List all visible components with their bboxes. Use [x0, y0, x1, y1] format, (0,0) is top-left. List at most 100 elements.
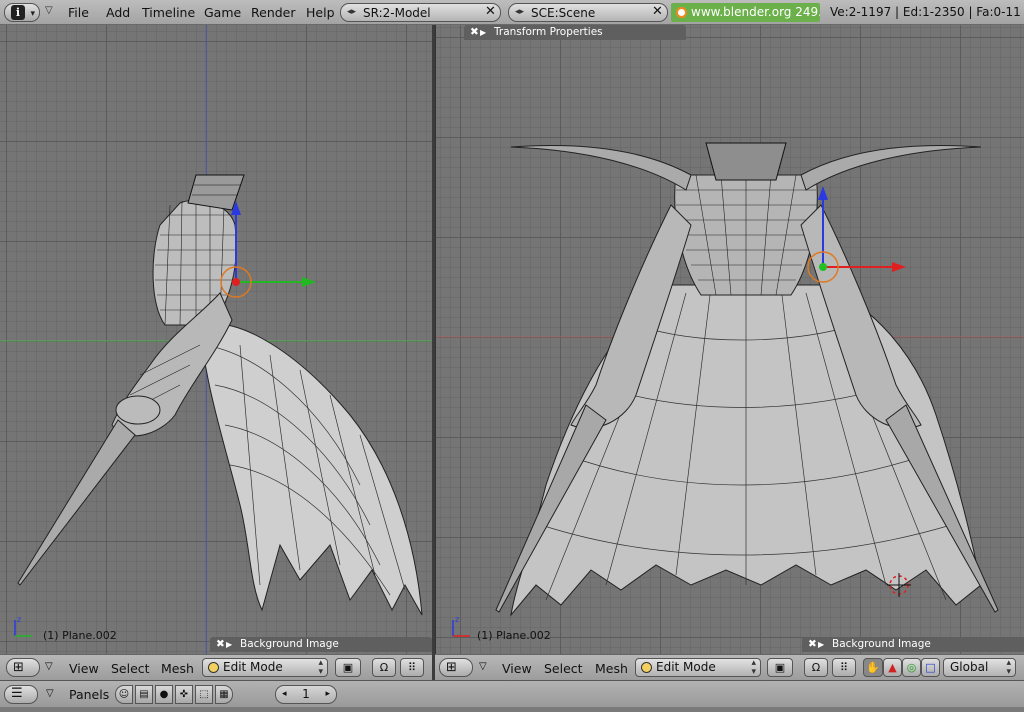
viewport-right[interactable]: ✖▶ Transform Properties z (1) Plane.002 ✖…: [435, 25, 1024, 654]
buttons-window-header: ☰ ▽ Panels ☺ ▤ ● ✜ ⬚ ▦ ◂ 1 ▸: [0, 680, 1024, 707]
layers-button[interactable]: ⠿: [400, 658, 424, 677]
window-type-button[interactable]: ⊞: [6, 658, 40, 677]
transform-properties-panel-tab[interactable]: ✖▶ Transform Properties: [464, 25, 686, 40]
window-type-button[interactable]: i ▾: [4, 3, 40, 22]
pivot-button[interactable]: Ω: [804, 658, 828, 677]
close-icon[interactable]: ✖: [470, 25, 480, 40]
draw-type-button[interactable]: ▣: [767, 658, 793, 677]
close-icon[interactable]: ✖: [808, 637, 818, 652]
up-down-arrows-icon: ▴ ▾: [318, 658, 323, 677]
buttons-window-strip: [0, 707, 1024, 712]
editing-tab[interactable]: ⬚: [195, 685, 213, 704]
menu-file[interactable]: File: [68, 5, 89, 20]
expand-icon[interactable]: ▶: [226, 637, 240, 652]
menu-view[interactable]: View: [502, 661, 532, 676]
pivot-button[interactable]: Ω: [372, 658, 396, 677]
arrow-left-icon[interactable]: ◂: [282, 686, 287, 703]
expand-icon[interactable]: ▶: [480, 25, 494, 40]
window-type-button[interactable]: ☰: [4, 685, 38, 704]
translate-manipulator-button[interactable]: ▲: [883, 658, 902, 677]
rotate-manipulator-button[interactable]: ◎: [902, 658, 921, 677]
axis-orientation-icon: z: [14, 615, 32, 637]
object-icon: ✜: [179, 689, 189, 700]
top-header: i ▾ ▽ File Add Timeline Game Render Help…: [0, 0, 1024, 25]
layers-button[interactable]: ⠿: [832, 658, 856, 677]
draw-type-button[interactable]: ▣: [335, 658, 361, 677]
menu-help[interactable]: Help: [306, 5, 335, 20]
mode-label: Edit Mode: [223, 660, 283, 674]
menu-view[interactable]: View: [69, 661, 99, 676]
menu-mesh[interactable]: Mesh: [161, 661, 194, 676]
grid-view-icon: ⊞: [13, 660, 24, 675]
menu-game[interactable]: Game: [204, 5, 241, 20]
close-icon[interactable]: ✕: [650, 5, 665, 20]
close-icon[interactable]: ✖: [216, 637, 226, 652]
cube-icon: ▣: [342, 661, 354, 674]
collapse-menu-icon[interactable]: ▽: [479, 661, 487, 672]
panels-label: Panels: [69, 687, 110, 702]
viewport-left[interactable]: z (1) Plane.002 ✖▶ Background Image: [0, 25, 432, 654]
mode-selector[interactable]: Edit Mode ▴ ▾: [635, 658, 761, 677]
manipulator-toggle[interactable]: ✋: [863, 658, 883, 677]
script-icon: ▤: [139, 689, 149, 700]
background-image-panel-tab[interactable]: ✖▶ Background Image: [210, 637, 432, 652]
menu-timeline[interactable]: Timeline: [142, 5, 195, 20]
render-icon: ▦: [219, 689, 229, 700]
up-down-arrows-icon: ▴ ▾: [751, 658, 756, 677]
scene-name[interactable]: SCE:Scene: [531, 6, 595, 20]
svg-text:z: z: [455, 615, 459, 624]
orientation-selector[interactable]: Global ▴ ▾: [943, 658, 1016, 677]
pivot-icon: Ω: [379, 661, 389, 674]
manipulator-center: [232, 278, 240, 286]
hand-icon: ✋: [866, 661, 880, 674]
svg-text:z: z: [17, 615, 21, 624]
spike-mesh: [17, 419, 136, 586]
info-icon: i: [11, 5, 25, 20]
mode-label: Edit Mode: [656, 660, 716, 674]
logic-icon: ☺: [118, 689, 130, 700]
background-image-panel-tab[interactable]: ✖▶ Background Image: [802, 637, 1024, 652]
editing-icon: ⬚: [199, 689, 209, 700]
arrow-right-icon[interactable]: ▸: [325, 686, 330, 703]
layers-icon: ⠿: [407, 661, 417, 674]
scene-tab[interactable]: ▦: [215, 685, 233, 704]
object-tab[interactable]: ✜: [175, 685, 193, 704]
object-label: (1) Plane.002: [43, 629, 117, 642]
menu-add[interactable]: Add: [106, 5, 130, 20]
sphere-icon: ●: [159, 689, 169, 700]
left-viewport-header: ⊞ ▽ View Select Mesh Edit Mode ▴ ▾ ▣ Ω ⠿: [0, 654, 432, 680]
close-icon[interactable]: ✕: [483, 5, 498, 20]
menu-render[interactable]: Render: [251, 5, 296, 20]
scale-manipulator-button[interactable]: □: [921, 658, 940, 677]
menu-select[interactable]: Select: [111, 661, 150, 676]
script-tab[interactable]: ▤: [135, 685, 153, 704]
triangle-icon: ▲: [888, 661, 897, 674]
edit-mode-icon: [208, 662, 219, 673]
collapse-menu-icon[interactable]: ▽: [45, 661, 53, 672]
window-type-button[interactable]: ⊞: [439, 658, 473, 677]
logic-tab[interactable]: ☺: [115, 685, 133, 704]
mode-selector[interactable]: Edit Mode ▴ ▾: [202, 658, 328, 677]
frame-field[interactable]: ◂ 1 ▸: [275, 685, 337, 704]
square-icon: □: [925, 661, 936, 674]
panel-tab-label: Background Image: [240, 638, 339, 650]
skirt-mesh: [199, 323, 423, 616]
menu-mesh[interactable]: Mesh: [595, 661, 628, 676]
pivot-icon: Ω: [811, 661, 821, 674]
object-label: (1) Plane.002: [477, 629, 551, 642]
scene-selector[interactable]: ◂▸ SCE:Scene ✕: [508, 3, 668, 22]
shading-tab[interactable]: ●: [155, 685, 173, 704]
expand-icon[interactable]: ▶: [818, 637, 832, 652]
up-down-arrows-icon: ◂▸: [347, 7, 357, 17]
up-down-arrows-icon: ▴ ▾: [1006, 658, 1011, 677]
collapse-menu-icon[interactable]: ▽: [45, 5, 53, 16]
axis-orientation-icon: z: [452, 615, 470, 637]
version-label: www.blender.org 249.2: [671, 3, 820, 22]
collapse-menu-icon[interactable]: ▽: [46, 688, 54, 699]
menu-select[interactable]: Select: [544, 661, 583, 676]
screen-selector[interactable]: ◂▸ SR:2-Model ✕: [340, 3, 501, 22]
chevron-down-icon: ▾: [30, 9, 35, 19]
version-text: www.blender.org 249.2: [691, 5, 820, 19]
screen-name[interactable]: SR:2-Model: [363, 6, 431, 20]
blender-logo-icon: [676, 7, 687, 18]
